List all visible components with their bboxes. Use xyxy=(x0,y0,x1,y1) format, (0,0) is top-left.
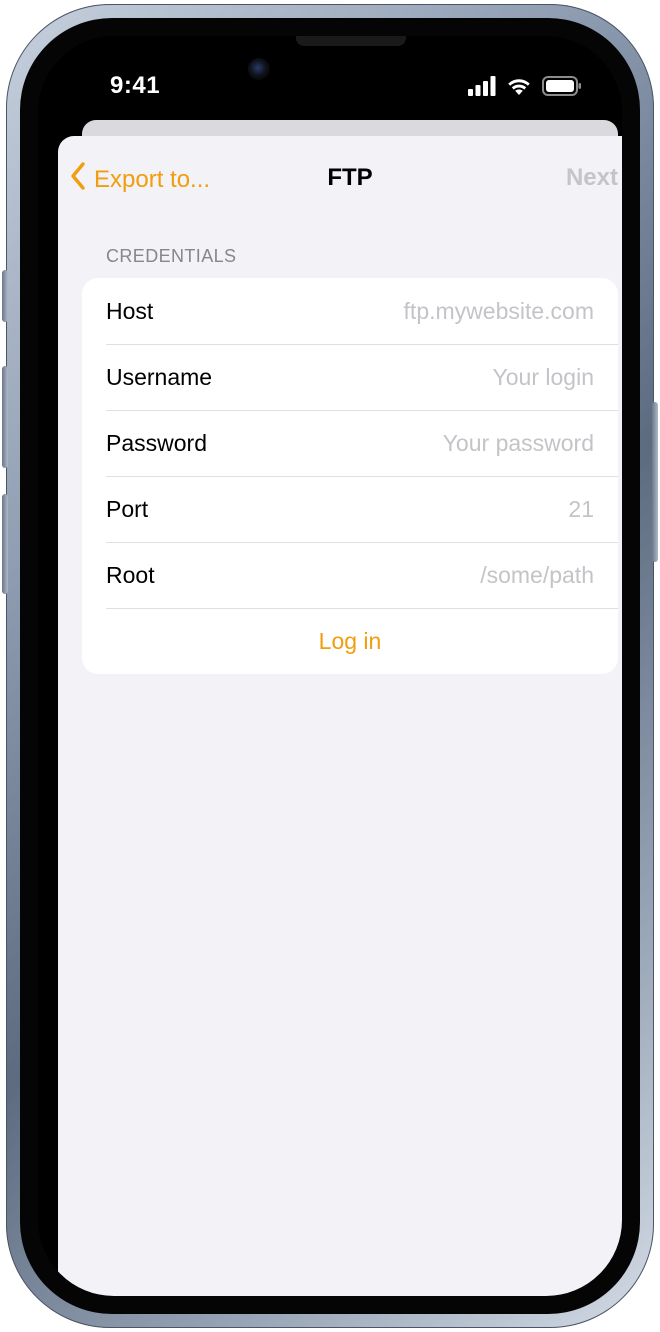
root-input[interactable] xyxy=(294,561,594,589)
credentials-form: Host Username Password Port xyxy=(82,278,618,674)
root-row: Root xyxy=(82,542,618,608)
port-input[interactable] xyxy=(294,495,594,523)
port-row: Port xyxy=(82,476,618,542)
root-label: Root xyxy=(106,561,155,588)
action-button xyxy=(2,270,8,322)
host-row: Host xyxy=(82,278,618,344)
wifi-icon xyxy=(506,76,532,101)
back-button-label: Export to... xyxy=(94,165,211,193)
password-label: Password xyxy=(106,429,207,456)
chevron-left-icon xyxy=(70,162,86,197)
host-label: Host xyxy=(106,297,154,324)
port-label: Port xyxy=(106,495,149,522)
power-button xyxy=(652,402,658,562)
volume-up-button xyxy=(2,366,8,468)
next-button[interactable]: Next xyxy=(566,164,618,192)
login-button[interactable]: Log in xyxy=(319,628,382,655)
username-label: Username xyxy=(106,363,213,390)
password-input[interactable] xyxy=(294,429,594,457)
login-row: Log in xyxy=(82,608,618,674)
front-camera xyxy=(248,58,270,80)
bezel: 9:41 Export to... FTP Next CREDENTIALS H… xyxy=(20,18,640,1314)
status-icons xyxy=(468,75,582,101)
cellular-signal-icon xyxy=(468,75,496,101)
status-time: 9:41 xyxy=(110,72,161,99)
host-input[interactable] xyxy=(294,297,594,325)
username-input[interactable] xyxy=(294,363,594,391)
phone-frame: 9:41 Export to... FTP Next CREDENTIALS H… xyxy=(2,4,658,1328)
volume-down-button xyxy=(2,494,8,594)
battery-icon xyxy=(542,75,582,101)
screen: 9:41 Export to... FTP Next CREDENTIALS H… xyxy=(38,36,622,1296)
password-row: Password xyxy=(82,410,618,476)
section-header-credentials: CREDENTIALS xyxy=(106,246,237,266)
ftp-sheet: Export to... FTP Next CREDENTIALS Host U… xyxy=(58,136,622,1296)
speaker-grille xyxy=(296,36,406,46)
navigation-bar: Export to... FTP Next xyxy=(58,136,622,220)
back-button[interactable]: Export to... xyxy=(70,162,210,197)
username-row: Username xyxy=(82,344,618,410)
